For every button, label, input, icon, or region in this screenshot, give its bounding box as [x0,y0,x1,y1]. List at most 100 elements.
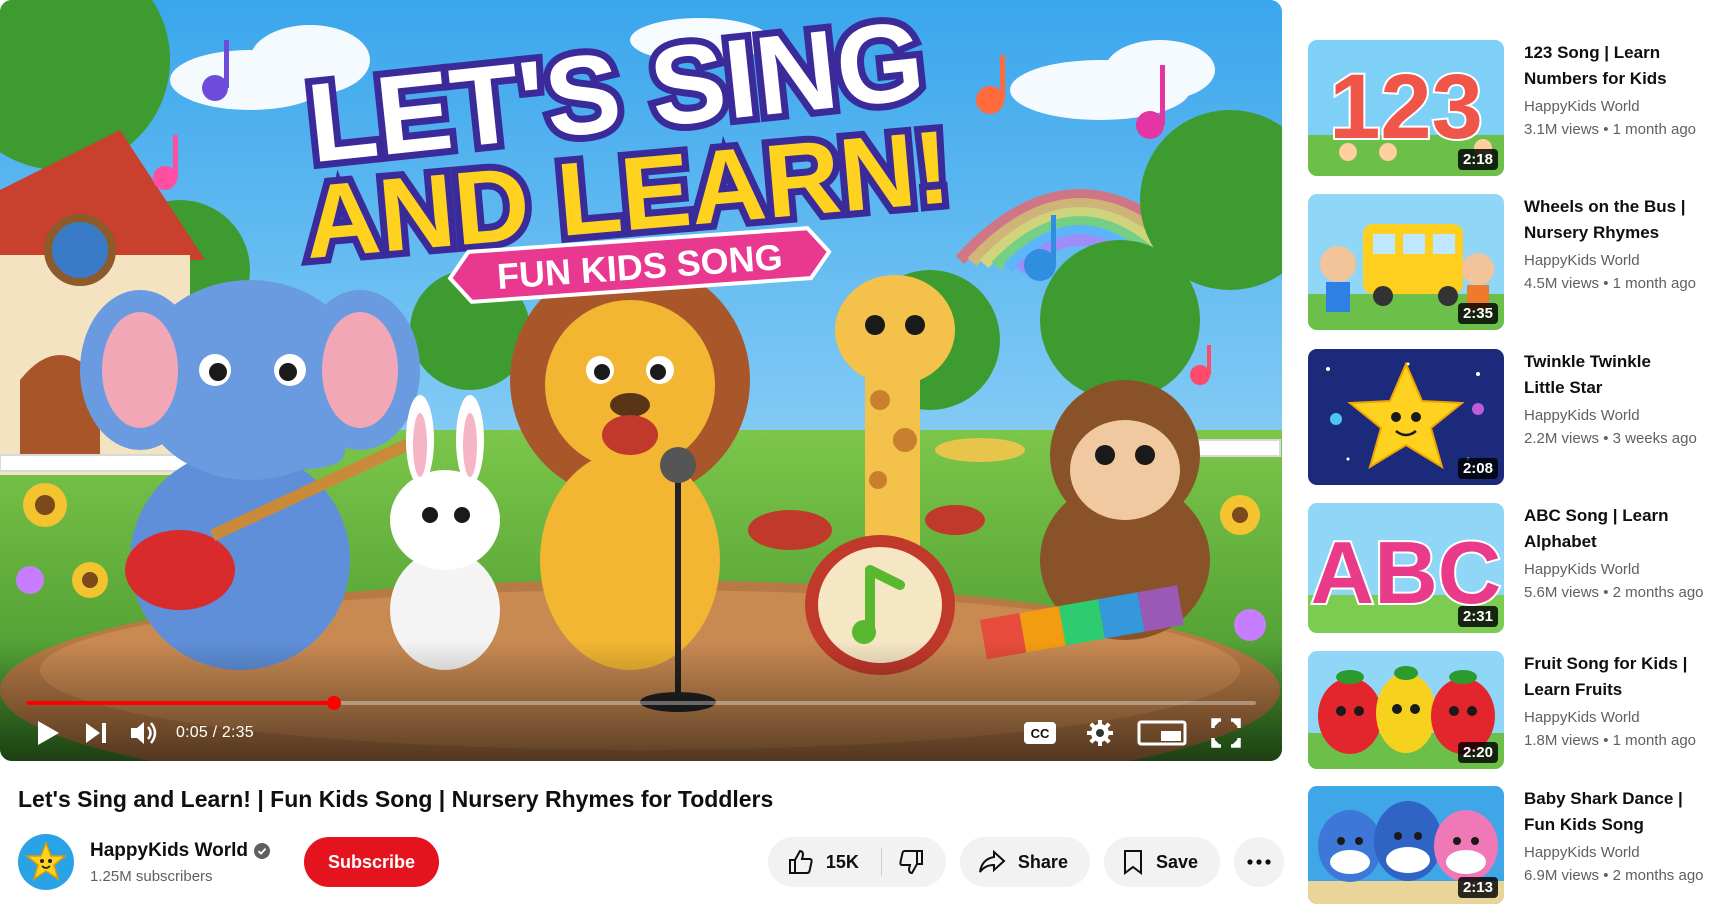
recommendation-stats: 4.5M views • 1 month ago [1524,275,1697,292]
share-label: Share [1017,851,1068,872]
duration-badge: 2:20 [1457,742,1498,763]
like-button[interactable]: 15K [768,837,881,887]
save-label: Save [1155,851,1198,872]
captions-button[interactable]: CC [1010,709,1070,757]
save-icon [1123,850,1142,875]
subscribe-button[interactable]: Subscribe [304,837,440,887]
title-line-2: Numbers for Kids [1524,69,1667,88]
total-duration: 2:35 [221,724,254,741]
title-line-2: Learn Fruits [1524,680,1623,699]
like-count: 15K [825,851,859,872]
recommendation-info: Twinkle Twinkle Little Star HappyKids Wo… [1524,349,1724,485]
recommendation-item[interactable]: ABC 2:31 ABC Song | Learn Alphabet Happy… [1308,503,1728,633]
channel-name-line: HappyKids World [90,840,270,862]
verified-icon [254,842,270,859]
recommendation-item[interactable]: 2:08 Twinkle Twinkle Little Star HappyKi… [1308,349,1728,485]
recommendation-channel[interactable]: HappyKids World [1524,252,1724,269]
recommendation-stats: 5.6M views • 2 months ago [1524,584,1704,601]
recommendation-thumbnail[interactable]: 2:20 [1308,651,1504,769]
channel-name[interactable]: HappyKids World [90,840,248,862]
title-line-1: Baby Shark Dance | [1524,789,1683,808]
share-button-inner: Share [960,837,1090,887]
recommendation-info: Wheels on the Bus | Nursery Rhymes Happy… [1524,194,1724,330]
play-icon [38,721,59,745]
recommendation-info: 123 Song | Learn Numbers for Kids HappyK… [1524,40,1724,176]
fullscreen-icon [1211,718,1241,748]
recommendation-thumbnail[interactable]: 2:08 [1308,349,1504,485]
more-actions-button[interactable] [1234,837,1284,887]
settings-button[interactable] [1070,709,1130,757]
title-line-1: Twinkle Twinkle [1524,352,1651,371]
recommendation-item[interactable]: 123 2:18 123 Song | Learn Numbers for Ki… [1308,40,1728,176]
title-line-1: ABC Song | Learn [1524,506,1669,525]
recommendation-channel[interactable]: HappyKids World [1524,98,1724,115]
recommendation-channel[interactable]: HappyKids World [1524,709,1724,726]
next-icon [86,723,106,743]
recommendation-item[interactable]: 2:35 Wheels on the Bus | Nursery Rhymes … [1308,194,1728,330]
recommendation-stats: 3.1M views • 1 month ago [1524,121,1697,138]
miniplayer-icon [1137,720,1187,746]
settings-icon [1087,720,1113,746]
like-icon [788,849,813,874]
player-controls: 0:05 / 2:35 CC [0,705,1282,761]
title-line-2: Nursery Rhymes [1524,223,1660,242]
action-bar: 15K Share Save [767,837,1284,887]
current-time: 0:05 [176,724,208,741]
star-icon [24,840,68,881]
recommendation-item[interactable]: 2:20 Fruit Song for Kids | Learn Fruits … [1308,651,1728,769]
recommendation-info: ABC Song | Learn Alphabet HappyKids Worl… [1524,503,1724,633]
recommendation-title[interactable]: ABC Song | Learn Alphabet [1524,503,1724,555]
recommendation-thumbnail[interactable]: 2:13 [1308,786,1504,904]
channel-avatar[interactable] [18,834,74,890]
title-line-1: Wheels on the Bus | [1524,197,1686,216]
recommendation-info: Fruit Song for Kids | Learn Fruits Happy… [1524,651,1724,769]
play-button[interactable] [24,709,72,757]
channel-meta: HappyKids World 1.25M subscribers [90,840,270,885]
recommendations-sidebar: 123 2:18 123 Song | Learn Numbers for Ki… [1308,0,1728,909]
recommendation-thumbnail[interactable]: 2:35 [1308,194,1504,330]
recommendation-thumbnail[interactable]: ABC 2:31 [1308,503,1504,633]
recommendation-info: Baby Shark Dance | Fun Kids Song HappyKi… [1524,786,1724,904]
save-button-inner: Save [1104,837,1220,887]
recommendation-stats: 6.9M views • 2 months ago [1524,867,1704,884]
recommendation-title[interactable]: 123 Song | Learn Numbers for Kids [1524,40,1724,92]
recommendation-item[interactable]: 2:13 Baby Shark Dance | Fun Kids Song Ha… [1308,786,1728,904]
subscriber-count: 1.25M subscribers [90,867,213,885]
fullscreen-button[interactable] [1194,709,1258,757]
volume-icon [131,722,157,744]
duration-badge: 2:18 [1457,149,1498,170]
captions-icon: CC [1024,722,1056,744]
video-player[interactable]: LET'S SING AND LEARN! FUN KIDS SONG 0:05… [0,0,1282,761]
duration-badge: 2:35 [1457,303,1498,324]
save-button[interactable]: Save [1103,837,1220,887]
time-display: 0:05 / 2:35 [176,724,254,742]
duration-badge: 2:31 [1457,606,1498,627]
recommendation-channel[interactable]: HappyKids World [1524,407,1724,424]
dislike-icon [899,850,923,875]
title-line-2: Alphabet [1524,532,1597,551]
next-button[interactable] [72,709,120,757]
share-icon [978,850,1006,873]
time-separator: / [207,724,222,741]
video-title: Let's Sing and Learn! | Fun Kids Song | … [18,786,774,812]
miniplayer-button[interactable] [1130,709,1194,757]
recommendation-title[interactable]: Fruit Song for Kids | Learn Fruits [1524,651,1724,703]
recommendation-title[interactable]: Baby Shark Dance | Fun Kids Song [1524,786,1724,838]
recommendation-channel[interactable]: HappyKids World [1524,844,1724,861]
duration-badge: 2:08 [1457,458,1498,479]
title-line-1: 123 Song | Learn [1524,43,1661,62]
title-line-1: Fruit Song for Kids | [1524,654,1688,673]
recommendation-channel[interactable]: HappyKids World [1524,561,1724,578]
thumbnail-numbers-text: 123 [1329,56,1483,158]
more-icon [1247,859,1271,865]
share-button[interactable]: Share [959,837,1090,887]
title-line-2: Little Star [1524,378,1603,397]
dislike-button[interactable] [882,837,946,887]
title-line-2: Fun Kids Song [1524,815,1644,834]
volume-button[interactable] [120,709,168,757]
recommendation-title[interactable]: Wheels on the Bus | Nursery Rhymes [1524,194,1724,246]
recommendation-stats: 1.8M views • 1 month ago [1524,732,1697,749]
recommendation-title[interactable]: Twinkle Twinkle Little Star [1524,349,1724,401]
duration-badge: 2:13 [1457,877,1498,898]
recommendation-thumbnail[interactable]: 123 2:18 [1308,40,1504,176]
